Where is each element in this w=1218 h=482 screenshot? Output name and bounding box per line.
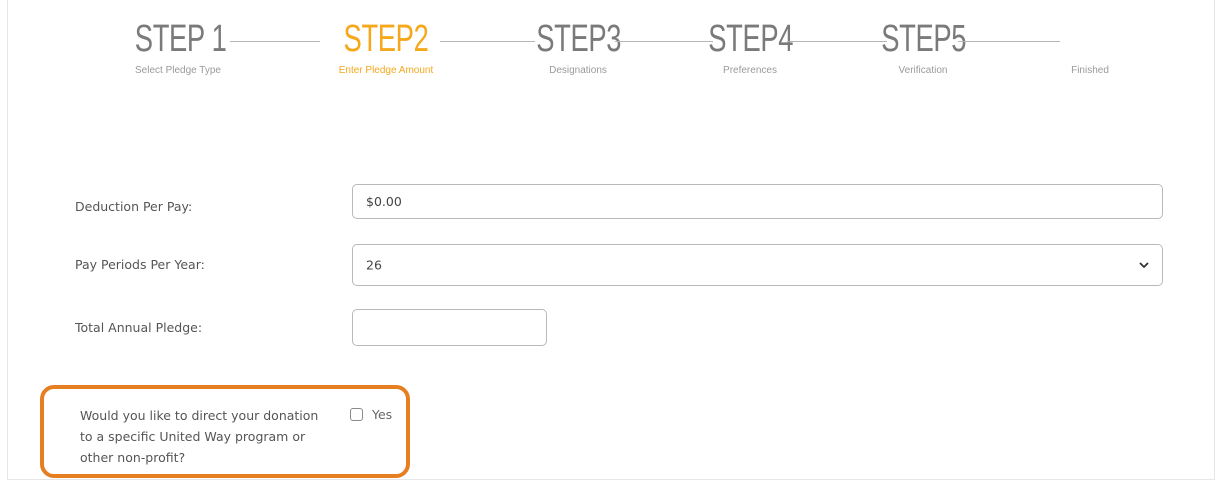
step-3-title: STEP3: [536, 18, 622, 60]
designation-checkbox[interactable]: [350, 408, 363, 421]
step-5-title: STEP5: [881, 18, 967, 60]
step-1-title: STEP 1: [134, 18, 227, 60]
step-3-label: Designations: [549, 65, 607, 76]
step-2-label: Enter Pledge Amount: [338, 65, 434, 76]
total-input[interactable]: [366, 310, 537, 345]
step-2[interactable]: STEP2 Enter Pledge Amount: [323, 17, 449, 76]
designation-question: Would you like to direct your donation t…: [80, 408, 319, 465]
step-2-title: STEP2: [343, 18, 429, 60]
deduction-label: Deduction Per Pay:: [75, 199, 193, 214]
step-4[interactable]: STEP4 Preferences: [692, 17, 808, 76]
deduction-input[interactable]: [366, 185, 1123, 218]
designation-yes-label[interactable]: Yes: [372, 407, 392, 422]
step-connector: [230, 41, 320, 42]
step-4-label: Preferences: [723, 65, 777, 76]
step-1-label: Select Pledge Type: [135, 65, 221, 76]
deduction-input-wrapper[interactable]: [352, 184, 1163, 219]
step-finished-title: [1048, 17, 1132, 61]
step-3[interactable]: STEP3 Designations: [520, 17, 636, 76]
step-finished-label: Finished: [1071, 65, 1109, 76]
step-finished[interactable]: Finished: [1032, 17, 1148, 76]
step-5[interactable]: STEP5 Verification: [865, 17, 981, 76]
step-5-label: Verification: [898, 65, 948, 76]
designation-callout: Would you like to direct your donation t…: [40, 385, 410, 478]
total-input-wrapper[interactable]: [352, 309, 547, 346]
pay-periods-label: Pay Periods Per Year:: [75, 257, 205, 272]
pay-periods-selected-value: 26: [366, 257, 382, 273]
step-1[interactable]: STEP 1 Select Pledge Type: [118, 17, 238, 76]
pay-periods-select[interactable]: 26: [352, 244, 1163, 286]
step-4-title: STEP4: [708, 18, 794, 60]
total-label: Total Annual Pledge:: [75, 320, 203, 335]
chevron-down-icon: [1139, 262, 1149, 268]
